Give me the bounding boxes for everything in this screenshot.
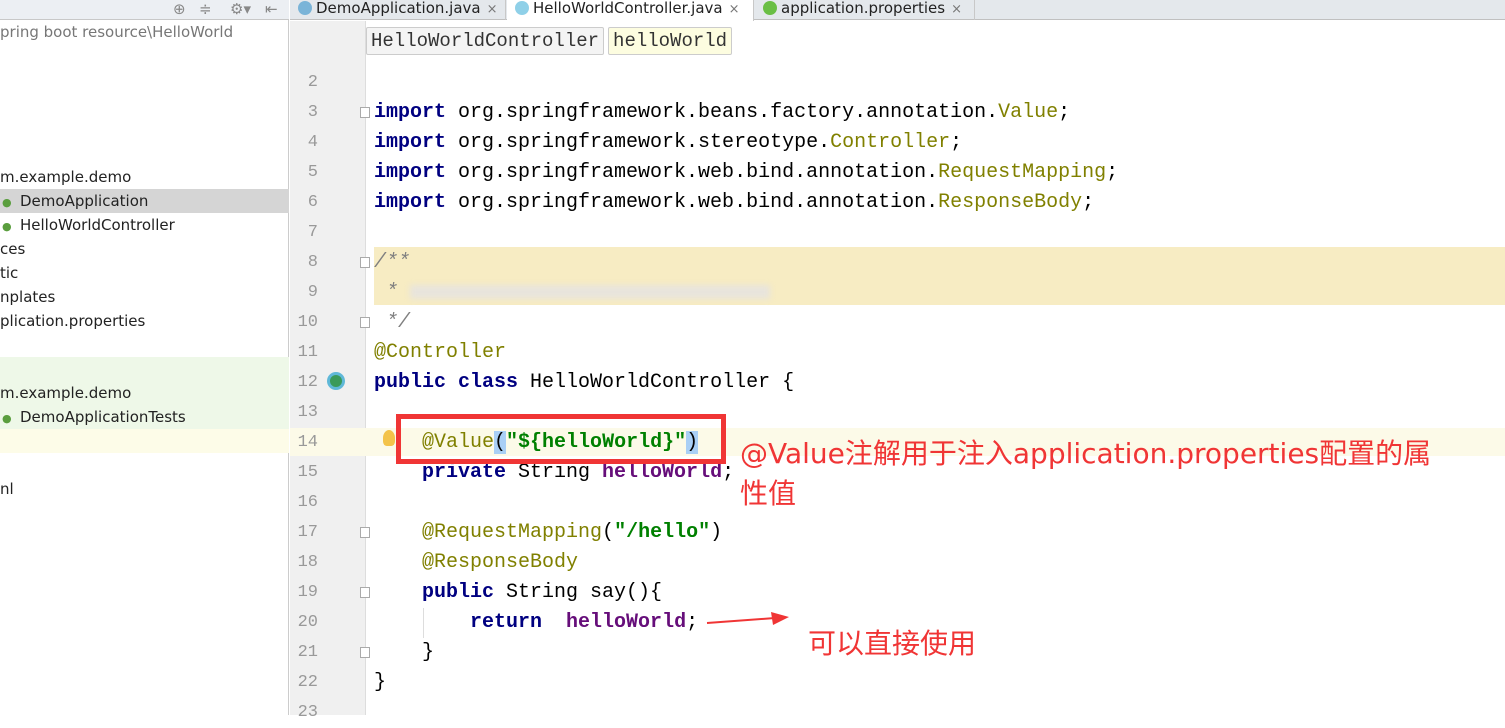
class-icon: ● <box>2 220 12 233</box>
code-line-18: @ResponseBody <box>374 551 579 574</box>
highlight-box <box>396 414 726 464</box>
class-icon: ● <box>2 196 12 209</box>
tree-item-demoapplicationtests[interactable]: ● DemoApplicationTests <box>0 405 289 429</box>
tree-item[interactable]: nplates <box>0 285 289 309</box>
hide-icon[interactable]: ⇤ <box>265 0 278 18</box>
tab-demoapplication[interactable]: DemoApplication.java × <box>290 0 506 20</box>
fold-marker[interactable] <box>360 527 370 538</box>
line-number: 4 <box>307 133 318 152</box>
tree-row-highlight <box>0 429 289 453</box>
line-number: 6 <box>307 193 318 212</box>
gear-icon[interactable]: ⚙▾ <box>230 0 251 18</box>
line-number: 21 <box>297 643 318 662</box>
line-number: 22 <box>297 673 318 692</box>
value-annotation-line1: @Value注解用于注入application.properties配置的属 <box>740 437 1432 470</box>
close-icon[interactable]: × <box>951 2 962 17</box>
line-number: 14 <box>297 433 318 452</box>
class-icon <box>515 1 529 15</box>
fold-marker[interactable] <box>360 107 370 118</box>
line-number: 13 <box>297 403 318 422</box>
tree-item-label: plication.properties <box>0 312 146 330</box>
tab-helloworldcontroller[interactable]: HelloWorldController.java × <box>507 0 754 21</box>
tree-item-label: tic <box>0 264 19 282</box>
line-number: 11 <box>297 343 318 362</box>
close-icon[interactable]: × <box>487 2 498 17</box>
line-number: 7 <box>307 223 318 242</box>
code-line-5: import org.springframework.web.bind.anno… <box>374 161 1119 184</box>
tab-label: application.properties <box>781 0 946 17</box>
tree-item[interactable]: plication.properties <box>0 309 289 333</box>
line-number: 3 <box>307 103 318 122</box>
code-line-10: */ <box>374 311 411 334</box>
line-number: 12 <box>297 373 318 392</box>
fold-marker[interactable] <box>360 587 370 598</box>
fold-marker[interactable] <box>360 317 370 328</box>
project-toolbar: ⊕ ≑ ⚙▾ ⇤ <box>0 0 289 20</box>
return-annotation: 可以直接使用 <box>808 627 977 660</box>
line-number: 17 <box>297 523 318 542</box>
line-number: 9 <box>307 283 318 302</box>
tree-item-label: HelloWorldController <box>20 216 175 234</box>
tree-item-label: nplates <box>0 288 56 306</box>
spring-bean-icon[interactable] <box>327 372 345 390</box>
code-line-22: } <box>374 671 387 694</box>
class-icon: ● <box>2 412 12 425</box>
tree-item-label: ces <box>0 240 26 258</box>
breadcrumb-field[interactable]: helloWorld <box>608 27 733 55</box>
editor-tabs: DemoApplication.java × HelloWorldControll… <box>290 0 1505 21</box>
tree-item[interactable]: m.example.demo <box>0 165 289 189</box>
breadcrumb: HelloWorldController helloWorld <box>366 27 733 55</box>
blurred-text <box>410 284 771 299</box>
line-number: 19 <box>297 583 318 602</box>
tab-label: HelloWorldController.java <box>533 0 723 17</box>
line-number: 15 <box>297 463 318 482</box>
line-number: 2 <box>307 73 318 92</box>
value-annotation-line2: 性值 <box>740 477 797 510</box>
code-line-6: import org.springframework.web.bind.anno… <box>374 191 1095 214</box>
code-line-8: /** <box>374 251 411 274</box>
line-number: 18 <box>297 553 318 572</box>
code-line-11: @Controller <box>374 341 507 364</box>
breadcrumb-class[interactable]: HelloWorldController <box>366 27 605 55</box>
spring-boot-icon <box>298 1 312 15</box>
properties-icon <box>763 1 777 15</box>
collapse-icon[interactable]: ≑ <box>199 0 212 18</box>
line-number: 20 <box>297 613 318 632</box>
close-icon[interactable]: × <box>729 2 740 17</box>
fold-marker[interactable] <box>360 257 370 268</box>
line-number: 5 <box>307 163 318 182</box>
line-number: 23 <box>297 703 318 722</box>
tree-item[interactable]: nl <box>0 477 289 501</box>
lightbulb-icon[interactable] <box>383 430 395 446</box>
tree-item-label: m.example.demo <box>0 384 132 402</box>
code-line-21: } <box>374 641 435 664</box>
tab-application-properties[interactable]: application.properties × <box>755 0 975 20</box>
code-line-3: import org.springframework.beans.factory… <box>374 101 1071 124</box>
tree-item[interactable]: m.example.demo <box>0 381 289 405</box>
code-line-12: public class HelloWorldController { <box>374 371 795 394</box>
tab-label: DemoApplication.java <box>316 0 481 17</box>
tree-item[interactable]: ces <box>0 237 289 261</box>
code-line-19: public String say(){ <box>374 581 663 604</box>
arrow-icon <box>706 612 789 625</box>
project-path: pring boot resource\HelloWorld <box>0 23 234 41</box>
code-line-4: import org.springframework.stereotype.Co… <box>374 131 963 154</box>
tree-item-helloworldcontroller[interactable]: ● HelloWorldController <box>0 213 289 237</box>
code-line-17: @RequestMapping("/hello") <box>374 521 723 544</box>
tree-item-demoapplication[interactable]: ● DemoApplication <box>0 189 289 213</box>
fold-marker[interactable] <box>360 647 370 658</box>
code-line-9: * <box>374 278 771 308</box>
indent-guide <box>423 608 424 638</box>
line-number: 16 <box>297 493 318 512</box>
project-panel: ⊕ ≑ ⚙▾ ⇤ pring boot resource\HelloWorld … <box>0 0 289 715</box>
line-number: 8 <box>307 253 318 272</box>
tree-item[interactable]: tic <box>0 261 289 285</box>
tree-item-label: DemoApplication <box>20 192 149 210</box>
tree-item-label: DemoApplicationTests <box>20 408 186 426</box>
tree-item-label: m.example.demo <box>0 168 132 186</box>
target-icon[interactable]: ⊕ <box>173 0 186 18</box>
tree-item-label: nl <box>0 480 14 498</box>
line-number: 10 <box>297 313 318 332</box>
